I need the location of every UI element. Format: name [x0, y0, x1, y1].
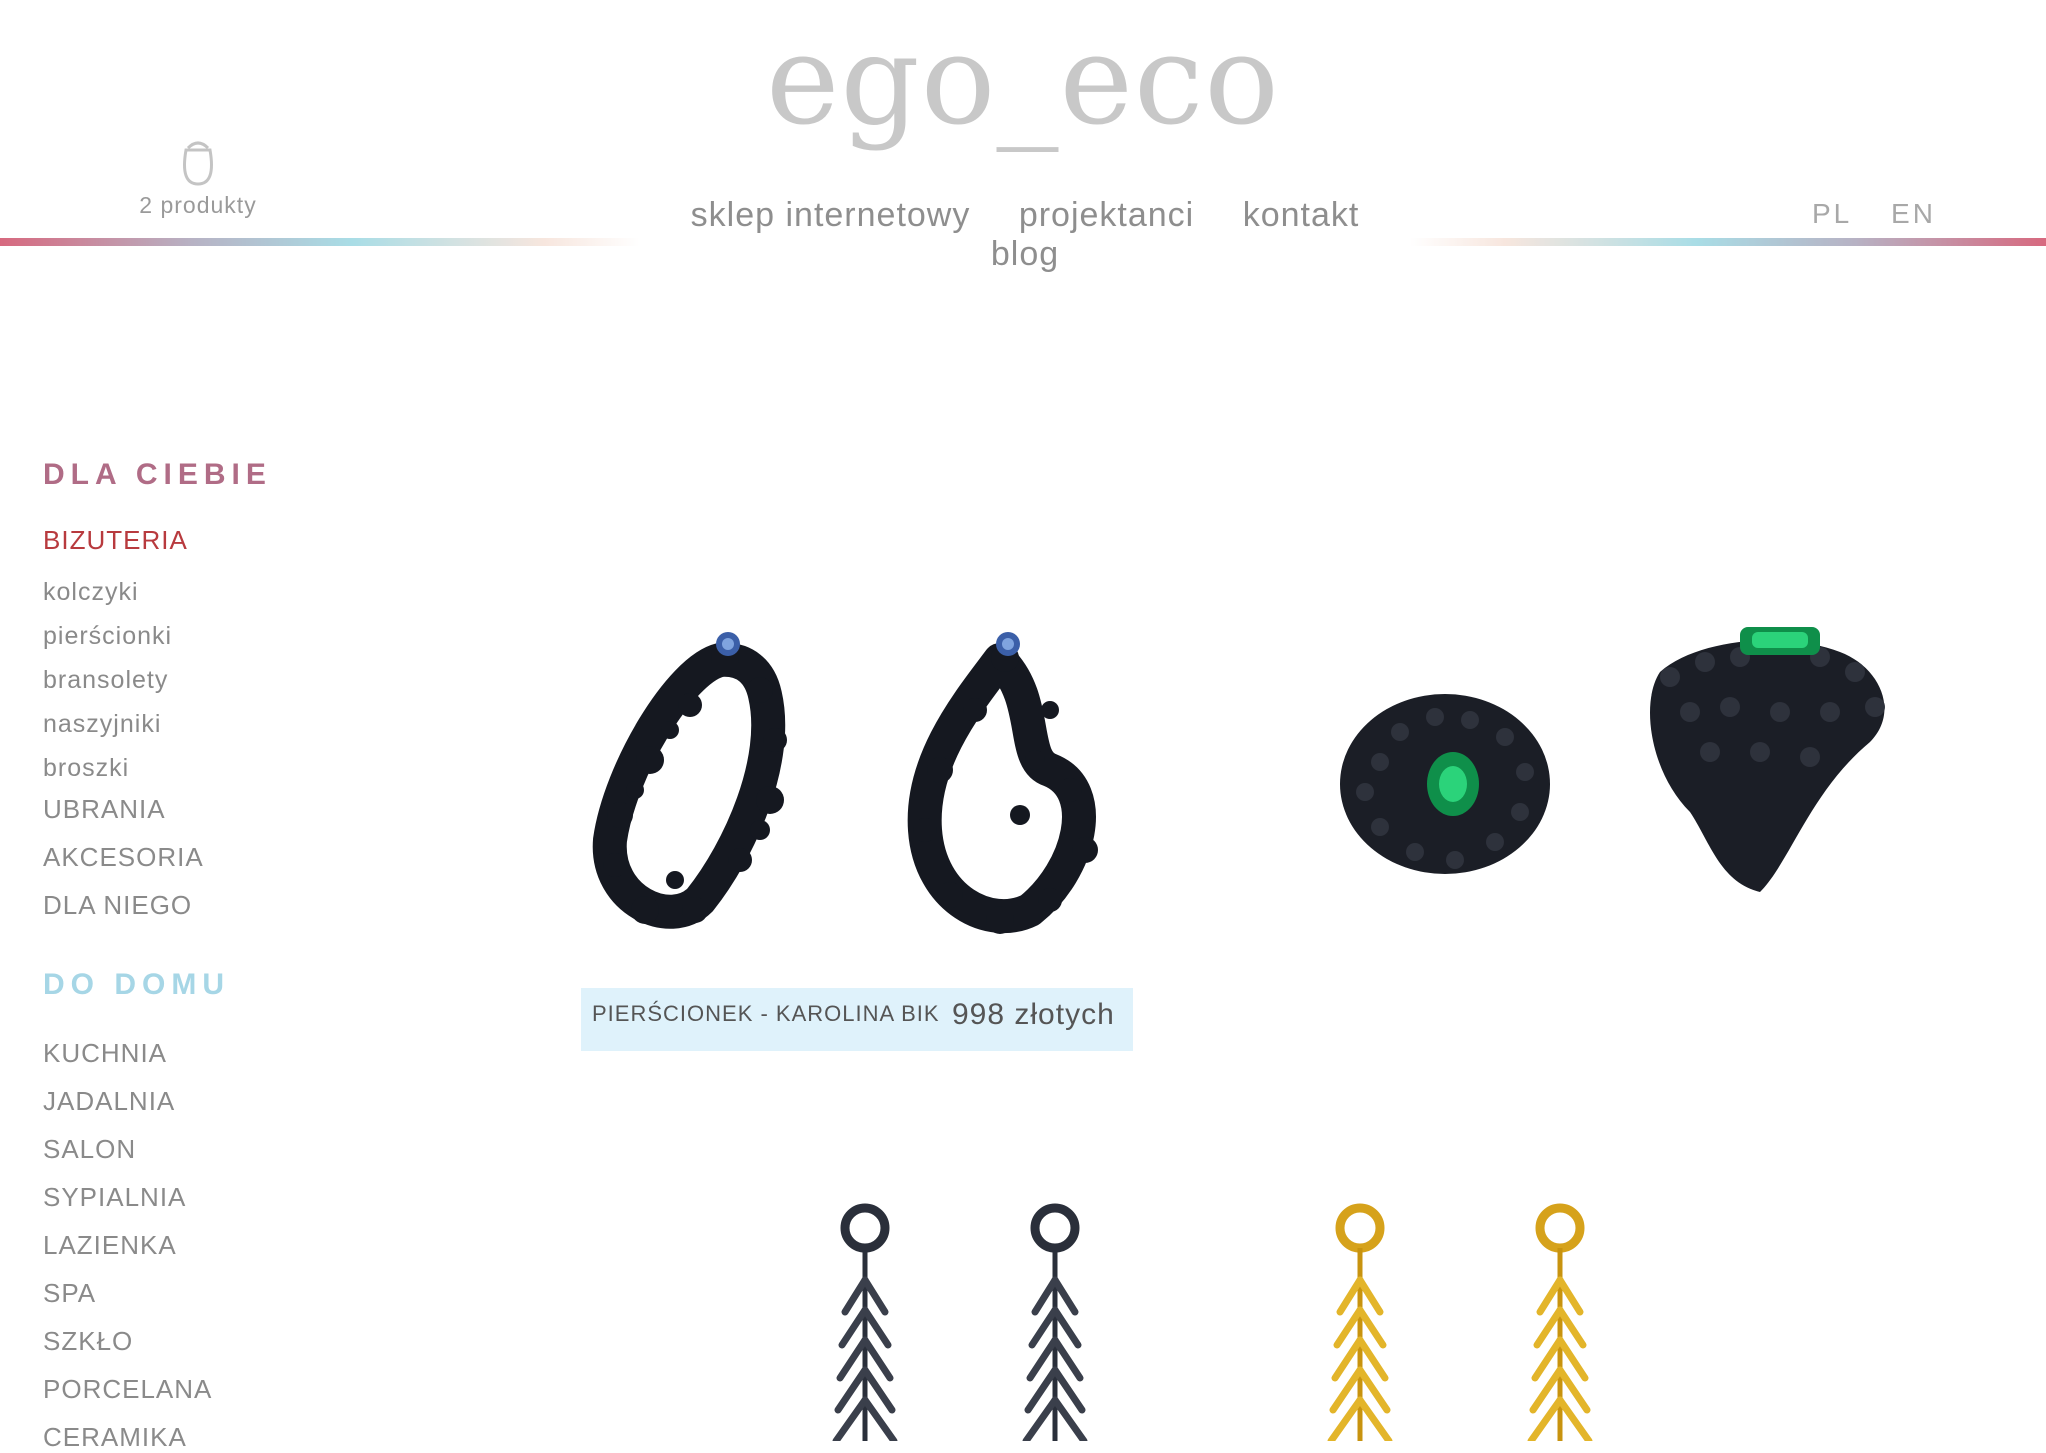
- section-title-do-domu: DO DOMU: [43, 968, 230, 1001]
- nav-blog[interactable]: blog: [991, 235, 1059, 274]
- category-jadalnia[interactable]: JADALNIA: [43, 1086, 175, 1117]
- category-spa[interactable]: SPA: [43, 1278, 96, 1309]
- category-sypialnia[interactable]: SYPIALNIA: [43, 1182, 186, 1213]
- header-divider-right: [1410, 238, 2046, 246]
- category-dla-niego[interactable]: DLA NIEGO: [43, 890, 192, 921]
- nav-projektanci[interactable]: projektanci: [1019, 196, 1194, 235]
- section-title-dla-ciebie: DLA CIEBIE: [43, 458, 272, 491]
- product-name[interactable]: PIERŚCIONEK - KAROLINA BIK: [592, 1001, 940, 1027]
- product-caption[interactable]: PIERŚCIONEK - KAROLINA BIK 998 złotych: [581, 988, 1133, 1051]
- product-image-black-spike-earrings[interactable]: [820, 1200, 1120, 1441]
- category-salon[interactable]: SALON: [43, 1134, 136, 1165]
- category-porcelana[interactable]: PORCELANA: [43, 1374, 212, 1405]
- product-image-green-stone-rings[interactable]: [1340, 612, 1900, 912]
- nav-sklep-internetowy[interactable]: sklep internetowy: [691, 196, 971, 235]
- category-bransolety[interactable]: bransolety: [43, 666, 168, 695]
- cart-count[interactable]: 2 produkty: [118, 192, 278, 219]
- category-broszki[interactable]: broszki: [43, 754, 129, 783]
- category-kolczyki[interactable]: kolczyki: [43, 578, 139, 607]
- category-akcesoria[interactable]: AKCESORIA: [43, 842, 204, 873]
- category-pierscionki[interactable]: pierścionki: [43, 622, 172, 651]
- bag-icon[interactable]: [168, 132, 228, 192]
- header-divider-left: [0, 238, 640, 246]
- product-image-gold-spike-earrings[interactable]: [1310, 1200, 1610, 1441]
- category-szklo[interactable]: SZKŁO: [43, 1326, 133, 1357]
- cart-widget[interactable]: 2 produkty: [118, 132, 278, 219]
- lang-en[interactable]: EN: [1891, 198, 1936, 229]
- category-ubrania[interactable]: UBRANIA: [43, 794, 166, 825]
- category-ceramika[interactable]: CERAMIKA: [43, 1422, 187, 1453]
- product-price: 998 złotych: [952, 998, 1115, 1031]
- category-lazienka[interactable]: LAZIENKA: [43, 1230, 177, 1261]
- language-switcher: PL EN: [1812, 198, 1964, 230]
- category-kuchnia[interactable]: KUCHNIA: [43, 1038, 167, 1069]
- main-navigation: sklep internetowy projektanci kontakt bl…: [640, 196, 1410, 274]
- product-image-black-rings[interactable]: [580, 610, 1120, 950]
- category-naszyjniki[interactable]: naszyjniki: [43, 710, 161, 739]
- lang-pl[interactable]: PL: [1812, 198, 1852, 229]
- category-bizuteria[interactable]: BIZUTERIA: [43, 525, 188, 556]
- nav-kontakt[interactable]: kontakt: [1243, 196, 1360, 235]
- site-logo[interactable]: ego_eco: [0, 6, 2046, 156]
